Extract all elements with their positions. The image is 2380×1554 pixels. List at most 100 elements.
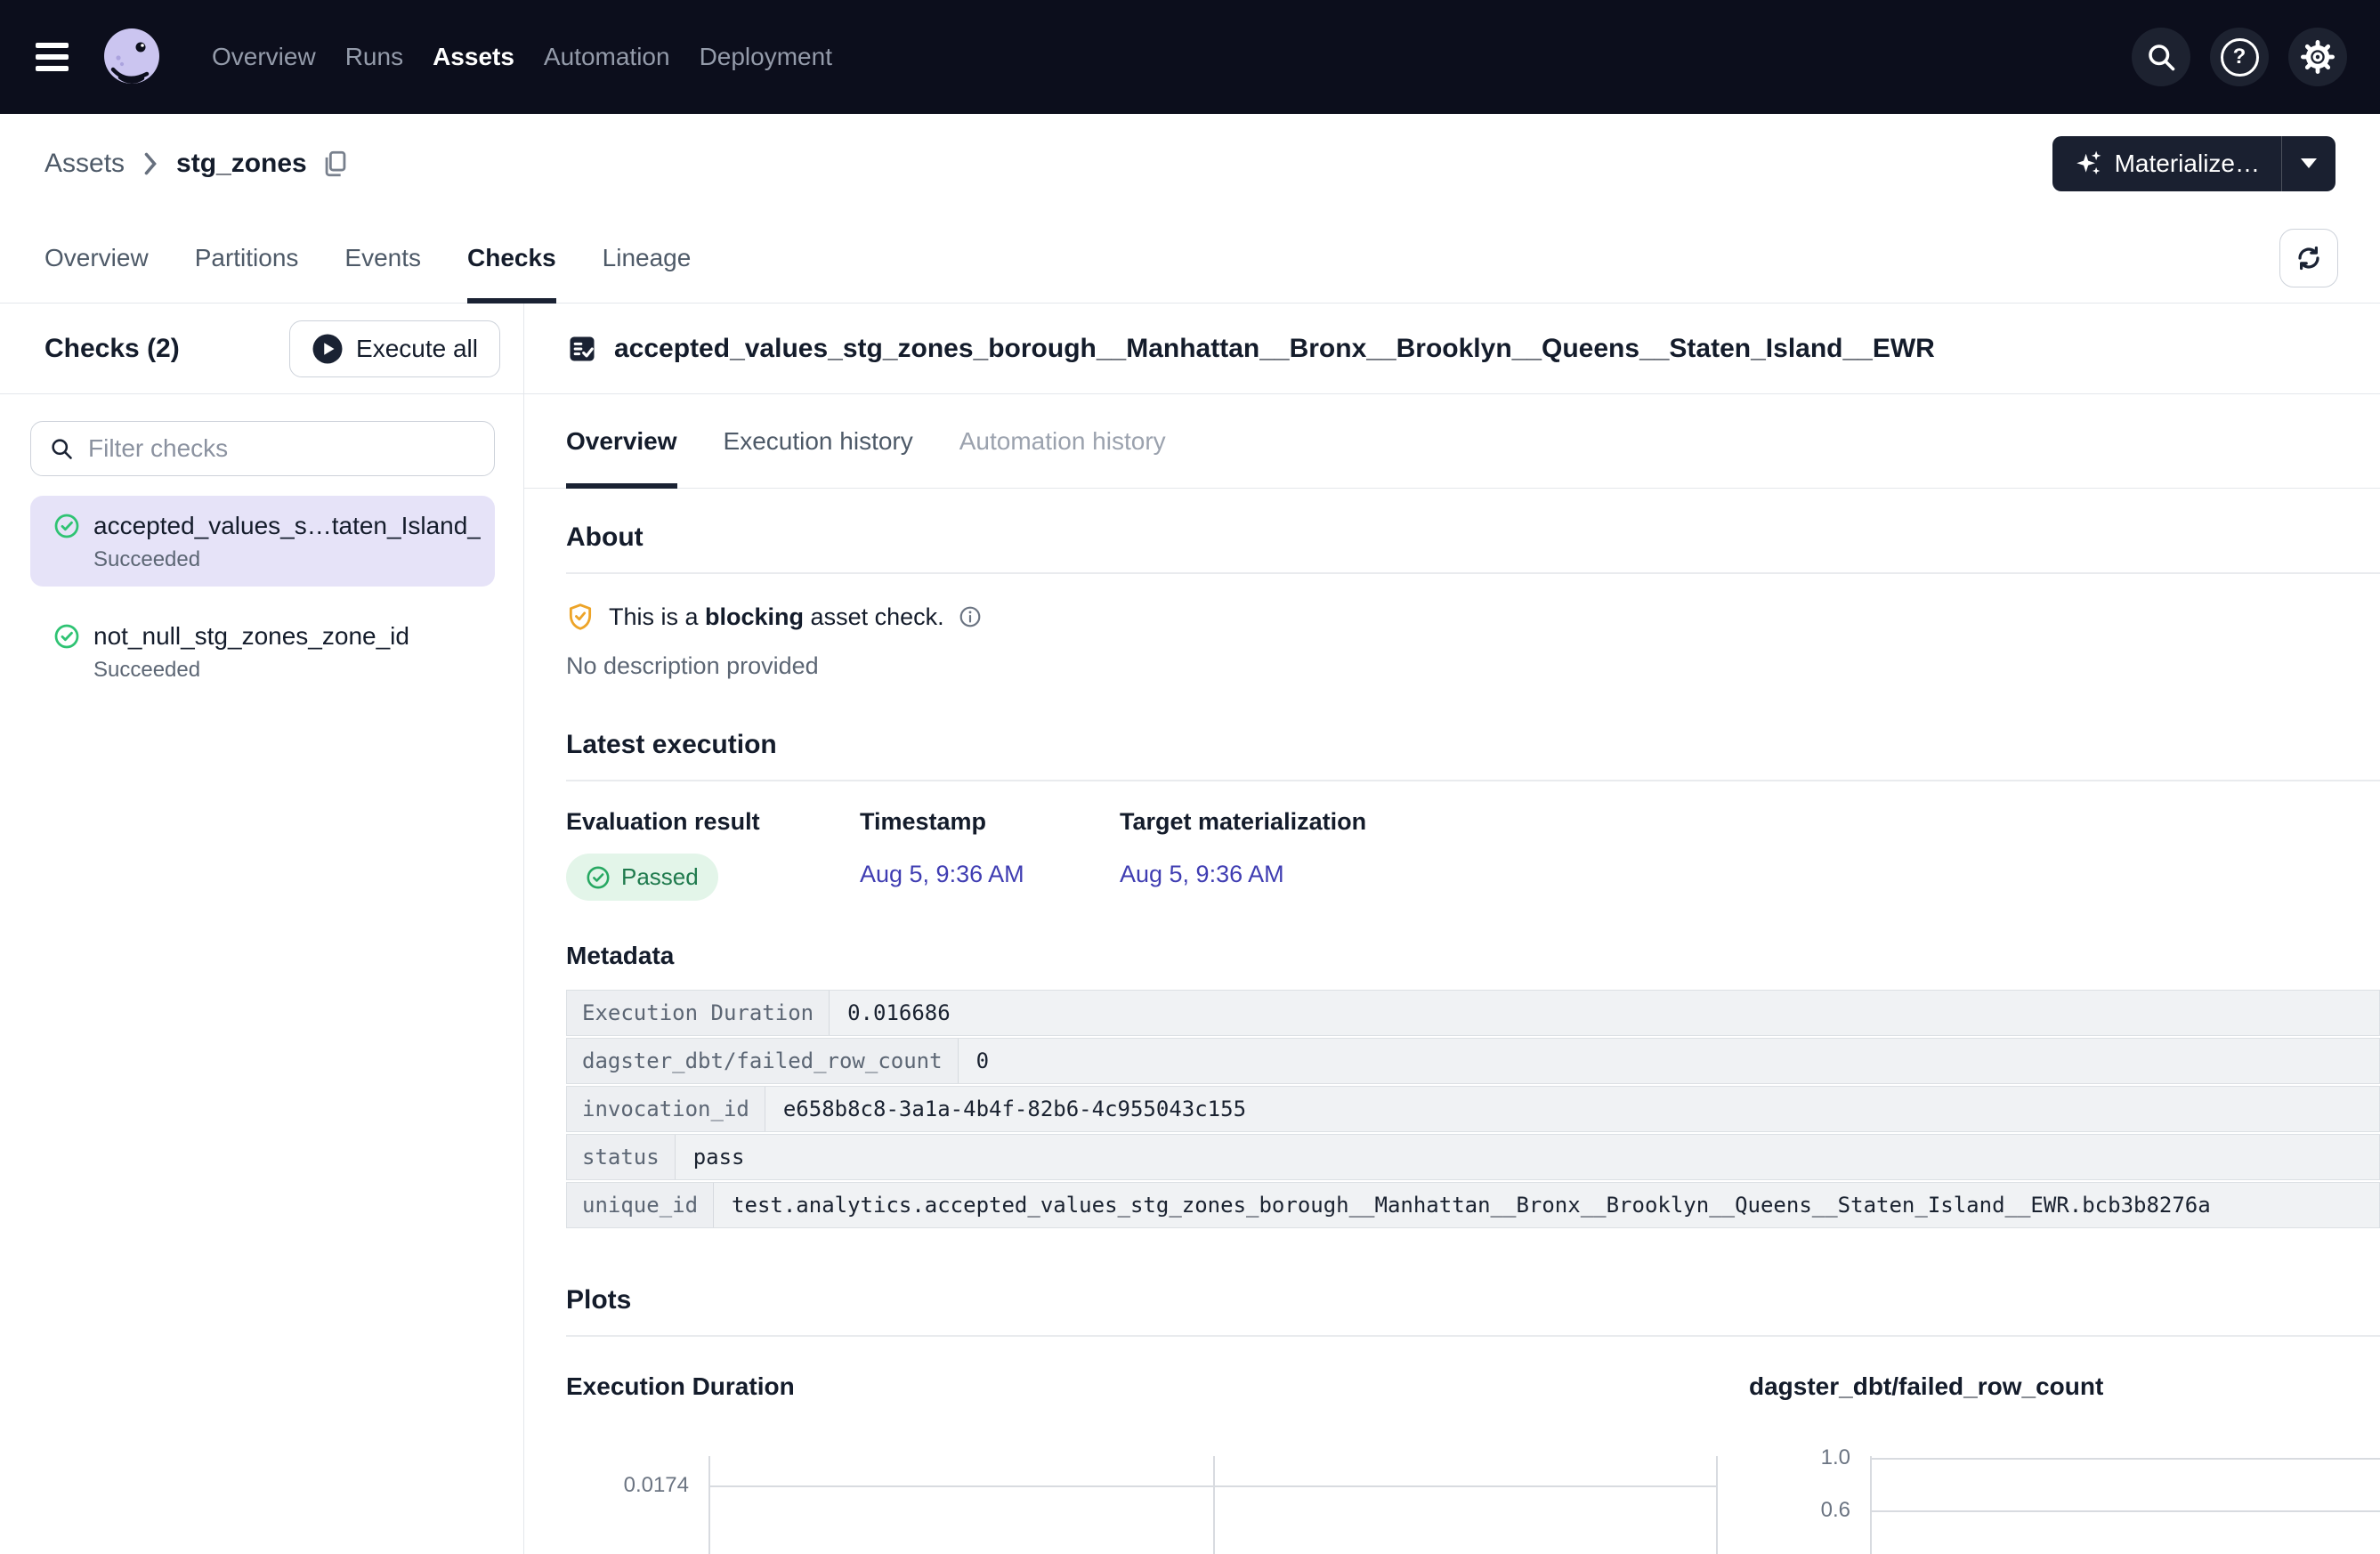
check-item-name: not_null_stg_zones_zone_id (93, 622, 481, 651)
materialize-dropdown-button[interactable] (2281, 136, 2335, 191)
failed-row-count-chart: dagster_dbt/failed_row_count 1.0 0.6 (1749, 1372, 2380, 1554)
caret-down-icon (2301, 158, 2317, 168)
checks-list: accepted_values_s…taten_Island_ Succeede… (0, 394, 523, 697)
materialize-split-button: Materialize… (2052, 136, 2335, 191)
checks-sidebar: Checks (2) Execute all (0, 304, 524, 1554)
metadata-heading: Metadata (566, 942, 2380, 970)
execute-all-button[interactable]: Execute all (289, 320, 500, 377)
column-header-target-materialization: Target materialization (1120, 808, 1366, 836)
metadata-key: invocation_id (567, 1087, 765, 1131)
copy-icon[interactable] (321, 149, 350, 179)
metadata-key: status (567, 1135, 676, 1179)
check-item-name: accepted_values_s…taten_Island_ (93, 512, 481, 540)
checks-sidebar-header: Checks (2) Execute all (0, 304, 523, 394)
latest-execution-heading: Latest execution (566, 730, 2380, 760)
tab-automation-history[interactable]: Automation history (959, 394, 1166, 488)
blocking-text: This is a blocking asset check. (609, 603, 944, 631)
materialize-button[interactable]: Materialize… (2052, 136, 2281, 191)
search-icon (2145, 41, 2177, 73)
materialize-label: Materialize… (2115, 150, 2260, 178)
check-detail-panel: accepted_values_stg_zones_borough__Manha… (524, 304, 2380, 1554)
metadata-value: test.analytics.accepted_values_stg_zones… (714, 1183, 2379, 1227)
tab-partitions[interactable]: Partitions (195, 213, 299, 303)
filter-checks-input[interactable] (86, 433, 476, 464)
filter-search-icon (49, 436, 74, 461)
metadata-value: 0 (959, 1039, 2379, 1083)
settings-button[interactable] (2288, 28, 2347, 86)
tab-overview[interactable]: Overview (45, 213, 149, 303)
tab-checks[interactable]: Checks (467, 213, 556, 303)
y-axis-tick: 1.0 (1749, 1445, 1850, 1470)
asset-header: Assets stg_zones Materialize… (0, 114, 2380, 213)
section-divider (566, 572, 2380, 574)
metadata-value: e658b8c8-3a1a-4b4f-82b6-4c955043c155 (765, 1087, 2379, 1131)
gear-icon (2301, 40, 2335, 74)
menu-icon[interactable] (36, 32, 85, 82)
latest-execution-grid: Evaluation result Passed Timestamp (566, 808, 2380, 901)
check-name-title: accepted_values_stg_zones_borough__Manha… (614, 334, 1935, 364)
target-materialization-link[interactable]: Aug 5, 9:36 AM (1120, 861, 1284, 888)
chart-plot-area (1870, 1456, 2380, 1554)
checks-count-title: Checks (2) (45, 334, 180, 364)
metadata-value: pass (676, 1135, 2379, 1179)
section-divider (566, 1335, 2380, 1337)
metadata-key: Execution Duration (567, 991, 830, 1035)
check-detail-header: accepted_values_stg_zones_borough__Manha… (524, 304, 2380, 394)
timestamp-link[interactable]: Aug 5, 9:36 AM (860, 861, 1024, 888)
help-icon: ? (2221, 38, 2259, 77)
check-description: No description provided (566, 652, 2380, 680)
breadcrumb-current-asset: stg_zones (176, 149, 307, 179)
info-icon[interactable] (959, 605, 982, 628)
nav-item-assets[interactable]: Assets (433, 43, 514, 71)
chevron-right-icon (141, 150, 160, 177)
filter-checks-box (30, 421, 495, 476)
search-button[interactable] (2132, 28, 2190, 86)
passed-check-icon (586, 865, 611, 890)
table-row: invocation_id e658b8c8-3a1a-4b4f-82b6-4c… (566, 1086, 2380, 1132)
section-divider (566, 780, 2380, 781)
about-heading: About (566, 522, 2380, 553)
refresh-button[interactable] (2279, 229, 2338, 287)
check-item-status: Succeeded (93, 547, 481, 572)
check-item-status: Succeeded (93, 658, 481, 683)
table-row: dagster_dbt/failed_row_count 0 (566, 1038, 2380, 1084)
column-header-evaluation-result: Evaluation result (566, 808, 860, 836)
table-row: status pass (566, 1134, 2380, 1180)
chart-plot-area (708, 1456, 1718, 1554)
y-axis-tick: 0.6 (1749, 1498, 1850, 1523)
refresh-icon (2295, 244, 2323, 272)
check-detail-content: About This is a blocking asset check. No… (524, 489, 2380, 1554)
execute-all-label: Execute all (356, 335, 478, 363)
table-row: unique_id test.analytics.accepted_values… (566, 1182, 2380, 1228)
nav-item-deployment[interactable]: Deployment (700, 43, 832, 71)
tab-execution-history[interactable]: Execution history (724, 394, 913, 488)
nav-item-automation[interactable]: Automation (544, 43, 670, 71)
dagster-logo[interactable] (98, 23, 166, 91)
tab-lineage[interactable]: Lineage (603, 213, 692, 303)
blocking-note: This is a blocking asset check. (566, 603, 2380, 631)
table-row: Execution Duration 0.016686 (566, 990, 2380, 1036)
help-button[interactable]: ? (2210, 28, 2269, 86)
checklist-icon (566, 333, 598, 365)
tab-check-overview[interactable]: Overview (566, 394, 677, 488)
nav-item-runs[interactable]: Runs (345, 43, 403, 71)
plots-row: Execution Duration 0.0174 da (566, 1372, 2380, 1554)
tab-events[interactable]: Events (344, 213, 421, 303)
metadata-key: unique_id (567, 1183, 714, 1227)
y-axis-tick: 0.0174 (566, 1473, 689, 1498)
sparkle-icon (2074, 150, 2102, 178)
shield-check-icon (566, 603, 595, 631)
check-list-item-not-null[interactable]: not_null_stg_zones_zone_id Succeeded (30, 606, 495, 697)
plots-heading: Plots (566, 1285, 2380, 1315)
breadcrumb-assets-link[interactable]: Assets (45, 149, 125, 179)
check-success-icon (53, 513, 80, 539)
chart-title: Execution Duration (566, 1372, 1718, 1401)
workspace: Checks (2) Execute all (0, 304, 2380, 1554)
metadata-key: dagster_dbt/failed_row_count (567, 1039, 959, 1083)
nav-item-overview[interactable]: Overview (212, 43, 316, 71)
metadata-value: 0.016686 (830, 991, 2379, 1035)
status-badge: Passed (566, 854, 718, 901)
check-detail-tabs: Overview Execution history Automation hi… (524, 394, 2380, 489)
check-list-item-accepted-values[interactable]: accepted_values_s…taten_Island_ Succeede… (30, 496, 495, 587)
play-circle-icon (312, 333, 344, 365)
